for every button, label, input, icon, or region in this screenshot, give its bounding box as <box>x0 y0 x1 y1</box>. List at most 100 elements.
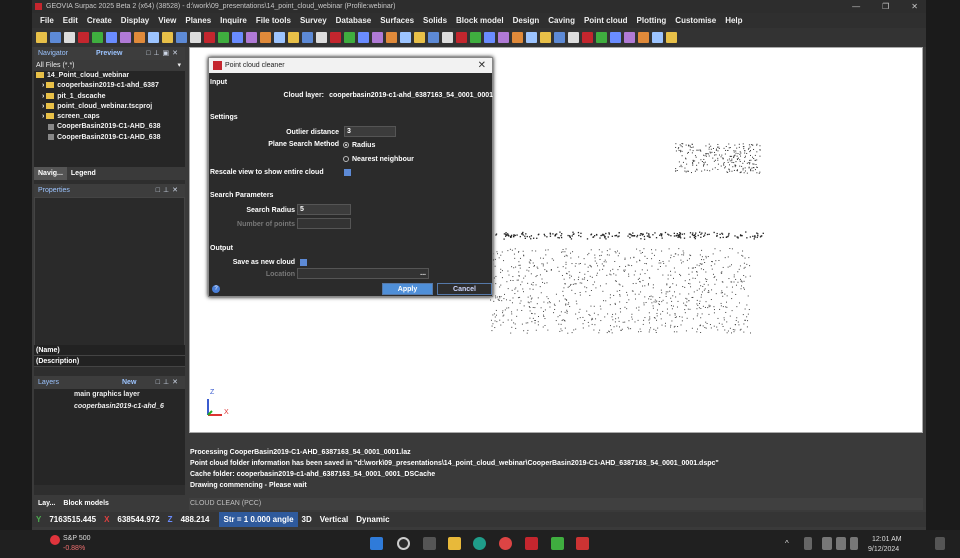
menu-file[interactable]: File <box>40 16 54 25</box>
toolbar-tool-icon[interactable] <box>232 32 243 43</box>
toolbar-tool-icon[interactable] <box>316 32 327 43</box>
toolbar-tool-icon[interactable] <box>386 32 397 43</box>
toolbar-tool-icon[interactable] <box>414 32 425 43</box>
toolbar-tool-icon[interactable] <box>330 32 341 43</box>
stock-name[interactable]: S&P 500 <box>63 535 91 542</box>
command-line[interactable]: CLOUD CLEAN (PCC) <box>189 498 923 510</box>
toolbar-tool-icon[interactable] <box>554 32 565 43</box>
menu-solids[interactable]: Solids <box>423 16 447 25</box>
toolbar-tool-icon[interactable] <box>162 32 173 43</box>
tab-block-models[interactable]: Block models <box>59 497 113 510</box>
search-radius-input[interactable]: 5 <box>297 204 351 215</box>
toolbar-tool-icon[interactable] <box>400 32 411 43</box>
tree-item[interactable]: › screen_caps <box>36 112 185 122</box>
menu-database[interactable]: Database <box>336 16 372 25</box>
apply-button[interactable]: Apply <box>382 283 433 295</box>
tree-item[interactable]: › cooperbasin2019-c1-ahd_6387 <box>36 81 185 91</box>
toolbar-tool-icon[interactable] <box>666 32 677 43</box>
menu-design[interactable]: Design <box>513 16 540 25</box>
string-number[interactable]: Str = 1 0.000 angle <box>219 512 298 527</box>
radius-radio[interactable]: Radius <box>343 142 375 149</box>
menu-file-tools[interactable]: File tools <box>256 16 291 25</box>
toolbar-tool-icon[interactable] <box>484 32 495 43</box>
toolbar-tool-icon[interactable] <box>358 32 369 43</box>
toolbar-tool-icon[interactable] <box>624 32 635 43</box>
toolbar-tool-icon[interactable] <box>106 32 117 43</box>
panel-controls-icon[interactable]: □⊥✕ <box>156 184 181 197</box>
toolbar-tool-icon[interactable] <box>288 32 299 43</box>
mode-dynamic[interactable]: Dynamic <box>352 512 393 527</box>
menu-point-cloud[interactable]: Point cloud <box>584 16 628 25</box>
menu-inquire[interactable]: Inquire <box>220 16 247 25</box>
tree-item[interactable]: CooperBasin2019-C1-AHD_638 <box>36 133 185 143</box>
notifications-icon[interactable] <box>935 537 945 550</box>
rescale-checkbox[interactable] <box>344 169 351 176</box>
clock-time[interactable]: 12:01 AM <box>872 536 902 543</box>
toolbar-tool-icon[interactable] <box>652 32 663 43</box>
toolbar-tool-icon[interactable] <box>372 32 383 43</box>
toolbar-tool-icon[interactable] <box>428 32 439 43</box>
file-filter-select[interactable]: All Files (*.*) ▾ <box>34 60 185 71</box>
toolbar-tool-icon[interactable] <box>470 32 481 43</box>
toolbar-tool-icon[interactable] <box>260 32 271 43</box>
tree-item[interactable]: › pit_1_dscache <box>36 92 185 102</box>
preview-button[interactable]: Preview <box>96 47 122 60</box>
tab-layers[interactable]: Lay... <box>34 497 59 510</box>
tree-item[interactable]: 14_Point_cloud_webinar <box>36 71 185 81</box>
toolbar-tool-icon[interactable] <box>302 32 313 43</box>
panel-controls-icon[interactable]: □⊥▣✕ <box>146 47 181 60</box>
panel-controls-icon[interactable]: □⊥✕ <box>156 376 181 389</box>
tree-item[interactable]: CooperBasin2019-C1-AHD_638 <box>36 122 185 132</box>
chrome-icon[interactable] <box>499 537 512 550</box>
menu-planes[interactable]: Planes <box>185 16 211 25</box>
file-explorer-icon[interactable] <box>448 537 461 550</box>
menu-help[interactable]: Help <box>725 16 742 25</box>
layer-row[interactable]: main graphics layer <box>34 389 185 401</box>
toolbar-tool-icon[interactable] <box>218 32 229 43</box>
toolbar-tool-icon[interactable] <box>190 32 201 43</box>
help-icon[interactable]: ? <box>212 285 220 293</box>
toolbar-tool-icon[interactable] <box>120 32 131 43</box>
search-icon[interactable] <box>397 537 410 550</box>
network-icon[interactable] <box>822 537 832 550</box>
battery-icon[interactable] <box>850 537 858 550</box>
mode-vertical[interactable]: Vertical <box>316 512 352 527</box>
microphone-icon[interactable] <box>804 537 812 550</box>
maximize-button[interactable]: ❐ <box>882 0 889 13</box>
clock-date[interactable]: 9/12/2024 <box>868 546 899 553</box>
toolbar-tool-icon[interactable] <box>148 32 159 43</box>
toolbar-tool-icon[interactable] <box>526 32 537 43</box>
toolbar-tool-icon[interactable] <box>638 32 649 43</box>
tab-legend[interactable]: Legend <box>67 167 100 180</box>
toolbar-tool-icon[interactable] <box>498 32 509 43</box>
toolbar-tool-icon[interactable] <box>344 32 355 43</box>
menu-survey[interactable]: Survey <box>300 16 327 25</box>
volume-icon[interactable] <box>836 537 846 550</box>
toolbar-tool-icon[interactable] <box>36 32 47 43</box>
close-icon[interactable]: ✕ <box>478 58 486 73</box>
tray-chevron-icon[interactable]: ^ <box>785 539 789 548</box>
browse-button[interactable]: ... <box>420 269 426 278</box>
menu-plotting[interactable]: Plotting <box>637 16 667 25</box>
menu-create[interactable]: Create <box>87 16 112 25</box>
toolbar-tool-icon[interactable] <box>246 32 257 43</box>
close-button[interactable]: ✕ <box>911 0 918 13</box>
menu-edit[interactable]: Edit <box>63 16 78 25</box>
tab-navigator[interactable]: Navig... <box>34 167 67 180</box>
mode-3d[interactable]: 3D <box>298 512 316 527</box>
menu-display[interactable]: Display <box>121 16 149 25</box>
toolbar-tool-icon[interactable] <box>568 32 579 43</box>
menu-block-model[interactable]: Block model <box>456 16 504 25</box>
save-new-cloud-checkbox[interactable] <box>300 259 307 266</box>
nearest-neighbour-radio[interactable]: Nearest neighbour <box>343 156 414 163</box>
menu-caving[interactable]: Caving <box>548 16 575 25</box>
outlier-distance-input[interactable]: 3 <box>344 126 396 137</box>
toolbar-tool-icon[interactable] <box>78 32 89 43</box>
edge-icon[interactable] <box>473 537 486 550</box>
menu-customise[interactable]: Customise <box>675 16 716 25</box>
new-layer-button[interactable]: New <box>122 376 136 389</box>
toolbar-tool-icon[interactable] <box>64 32 75 43</box>
menu-surfaces[interactable]: Surfaces <box>380 16 414 25</box>
toolbar-tool-icon[interactable] <box>92 32 103 43</box>
layer-row[interactable]: cooperbasin2019-c1-ahd_6 <box>34 401 185 413</box>
